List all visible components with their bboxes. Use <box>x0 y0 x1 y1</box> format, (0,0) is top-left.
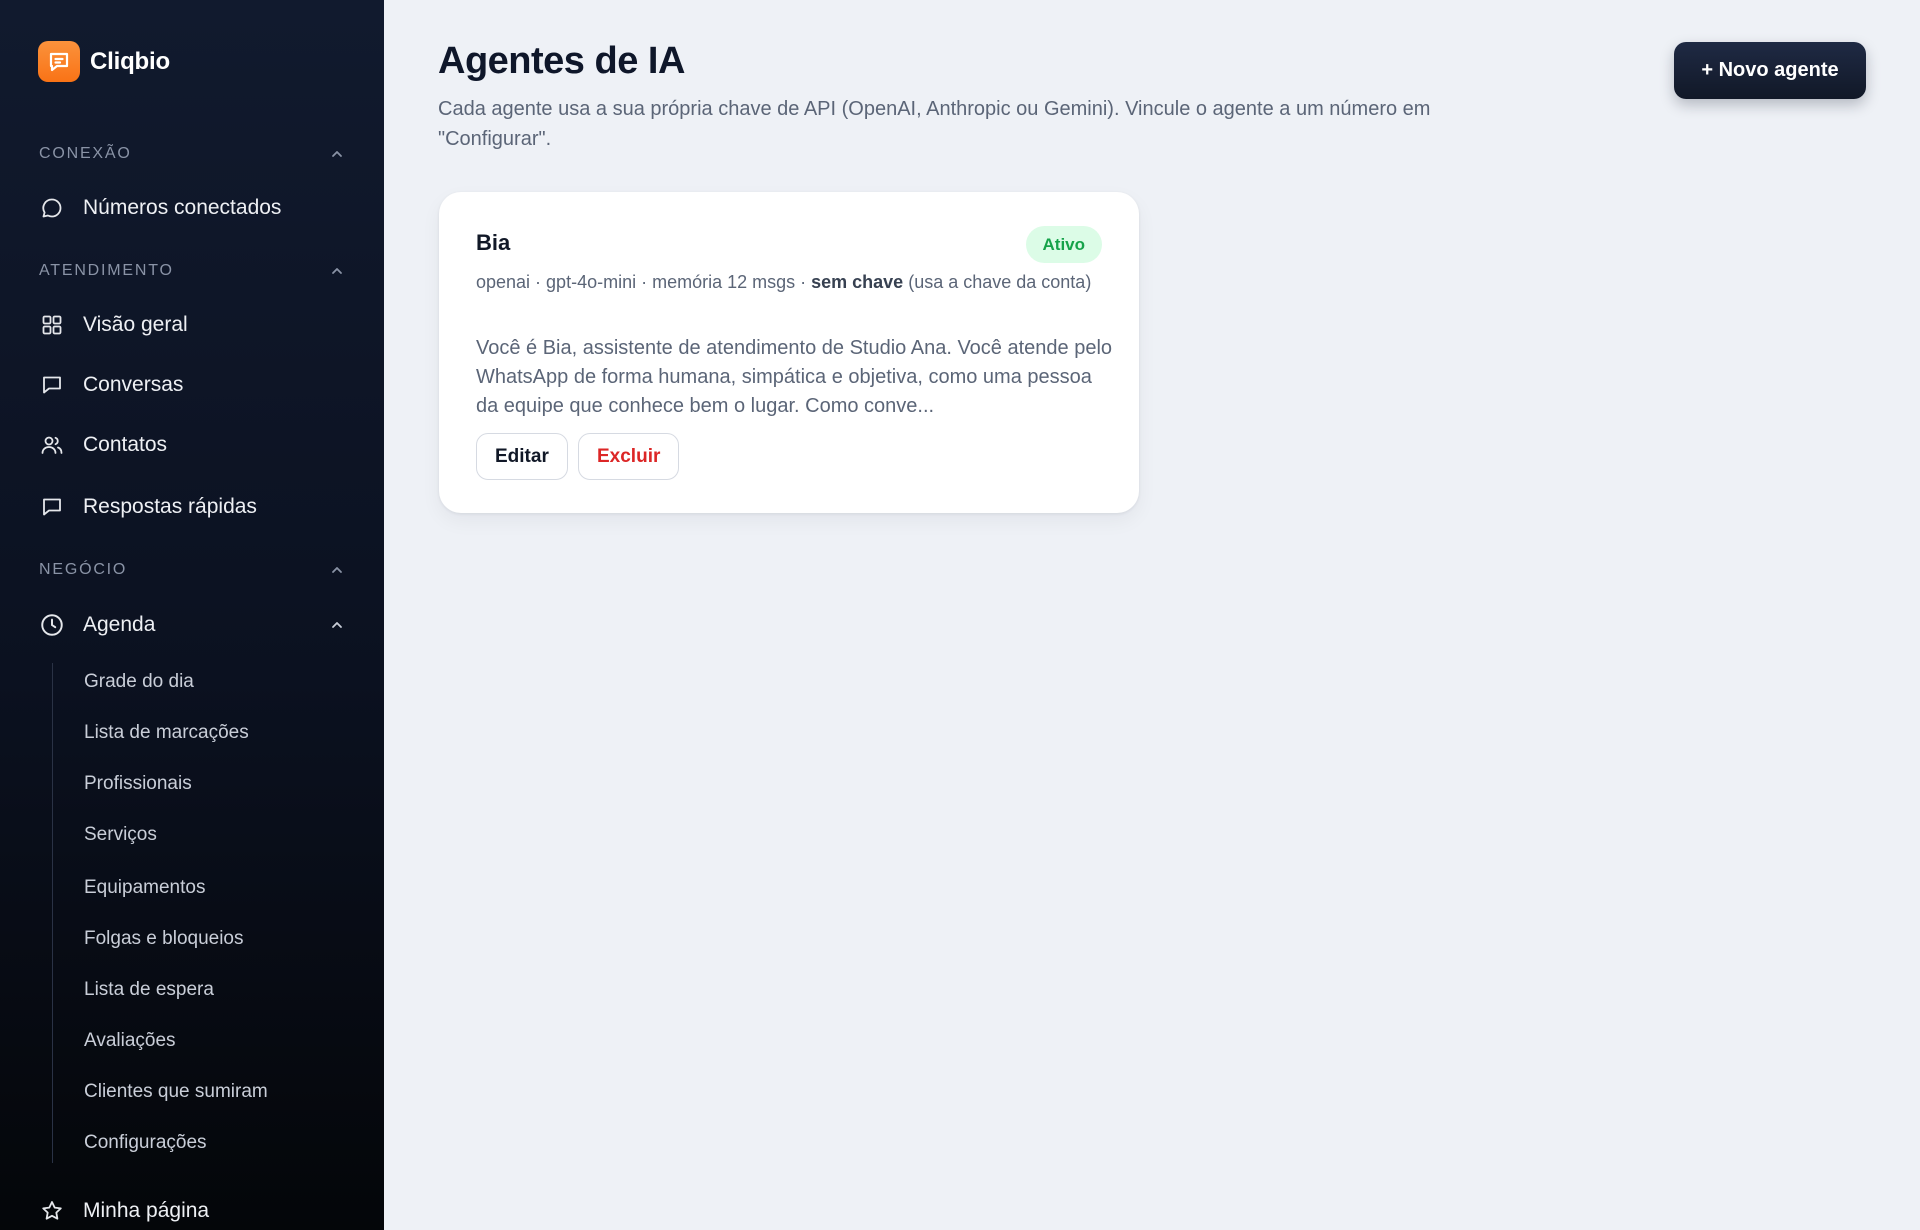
sidebar: Cliqbio CONEXÃO Números conectados ATEND… <box>0 0 384 1230</box>
sidebar-subitem-equipamentos[interactable]: Equipamentos <box>84 877 205 899</box>
sidebar-subitem-clientes-que-sumiram[interactable]: Clientes que sumiram <box>84 1081 268 1103</box>
sidebar-item-respostas-rapidas[interactable]: Respostas rápidas <box>39 487 345 527</box>
agent-meta-key: sem chave <box>811 272 904 292</box>
message-square-icon <box>39 494 65 520</box>
sidebar-item-numeros-conectados[interactable]: Números conectados <box>39 188 345 228</box>
section-label: NEGÓCIO <box>39 561 128 578</box>
clock-icon <box>39 612 65 638</box>
section-label: CONEXÃO <box>39 145 132 162</box>
chevron-up-icon <box>332 268 342 274</box>
brand[interactable]: Cliqbio <box>38 41 170 82</box>
brand-name: Cliqbio <box>90 47 170 75</box>
sidebar-subitem-folgas-e-bloqueios[interactable]: Folgas e bloqueios <box>84 928 244 950</box>
sidebar-subitem-avaliacoes[interactable]: Avaliações <box>84 1030 176 1052</box>
sidebar-item-label: Conversas <box>83 373 184 396</box>
sidebar-item-label: Agenda <box>83 613 156 636</box>
status-badge: Ativo <box>1025 226 1102 263</box>
sidebar-item-agenda[interactable]: Agenda <box>39 605 345 645</box>
message-circle-icon <box>39 195 65 221</box>
new-agent-button[interactable]: + Novo agente <box>1674 42 1866 99</box>
star-icon <box>39 1198 65 1224</box>
chat-logo-icon <box>38 41 80 82</box>
sidebar-item-label: Respostas rápidas <box>83 495 257 518</box>
chevron-up-icon <box>332 622 342 628</box>
sidebar-subitem-profissionais[interactable]: Profissionais <box>84 773 192 795</box>
sidebar-subitem-lista-de-espera[interactable]: Lista de espera <box>84 979 214 1001</box>
sidebar-subitem-lista-de-marcacoes[interactable]: Lista de marcações <box>84 722 249 744</box>
sidebar-item-contatos[interactable]: Contatos <box>39 425 345 465</box>
message-square-icon <box>39 372 65 398</box>
agent-meta-note: (usa a chave da conta) <box>903 272 1092 292</box>
chevron-up-icon <box>332 567 342 573</box>
sidebar-item-label: Contatos <box>83 433 168 456</box>
agent-meta-model: openai · gpt-4o-mini · memória 12 msgs · <box>476 272 812 292</box>
agent-prompt-preview: Você é Bia, assistente de atendimento de… <box>476 337 1113 417</box>
agent-card: Bia Ativo openai · gpt-4o-mini · memória… <box>439 192 1139 513</box>
page-description: Cada agente usa a sua própria chave de A… <box>438 98 1431 150</box>
sidebar-item-label: Visão geral <box>83 313 188 336</box>
agent-meta: openai · gpt-4o-mini · memória 12 msgs ·… <box>476 270 1106 295</box>
users-icon <box>39 432 65 458</box>
submenu-divider <box>52 663 53 1163</box>
section-atendimento[interactable]: ATENDIMENTO <box>39 262 345 280</box>
sidebar-item-visao-geral[interactable]: Visão geral <box>39 305 345 345</box>
agent-name: Bia <box>476 230 511 255</box>
sidebar-subitem-grade-do-dia[interactable]: Grade do dia <box>84 671 194 693</box>
sidebar-subitem-servicos[interactable]: Serviços <box>84 824 157 846</box>
sidebar-item-minha-pagina[interactable]: Minha página <box>39 1191 345 1230</box>
grid-icon <box>39 312 65 338</box>
section-conexao[interactable]: CONEXÃO <box>39 145 345 163</box>
edit-agent-button[interactable]: Editar <box>476 433 568 480</box>
sidebar-item-conversas[interactable]: Conversas <box>39 365 345 405</box>
section-label: ATENDIMENTO <box>39 262 174 279</box>
page-title: Agentes de IA <box>438 40 685 82</box>
delete-agent-button[interactable]: Excluir <box>578 433 680 480</box>
section-negocio[interactable]: NEGÓCIO <box>39 561 345 579</box>
chevron-up-icon <box>332 151 342 157</box>
sidebar-item-label: Números conectados <box>83 196 282 219</box>
sidebar-subitem-configuracoes[interactable]: Configurações <box>84 1132 207 1154</box>
sidebar-item-label: Minha página <box>83 1199 210 1222</box>
